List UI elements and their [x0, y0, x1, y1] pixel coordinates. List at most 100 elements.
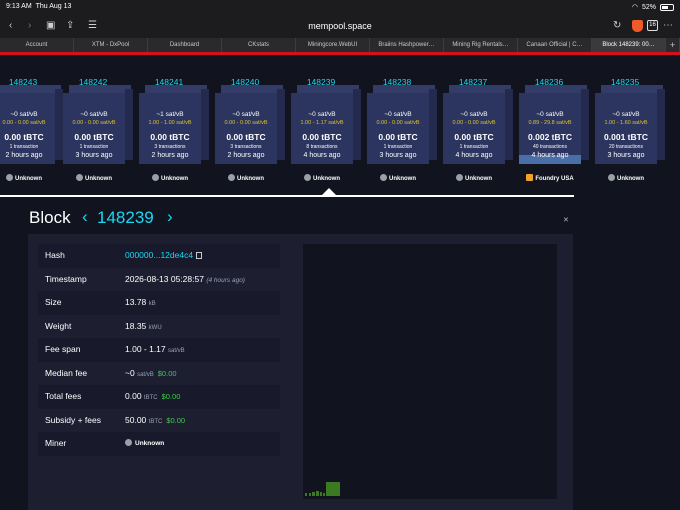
block-total-fees: 0.00 tBTC	[4, 132, 44, 142]
miner-icon	[304, 174, 311, 181]
subsidy-label: Subsidy + fees	[45, 414, 101, 425]
blockchain-strip: 148243 ~0 sat/vB 0.00 - 0.00 sat/vB 0.00 tB…	[0, 55, 680, 200]
block-tx-count: 1 transaction	[459, 144, 489, 150]
block-total-fees: 0.00 tBTC	[226, 132, 266, 142]
block-cube[interactable]: ~0 sat/vB 0.00 - 0.00 sat/vB 0.00 tBTC 3 tr…	[215, 85, 285, 164]
wifi-icon: ◠	[631, 4, 638, 11]
block-miner[interactable]: Unknown	[443, 174, 505, 182]
transaction-square[interactable]	[326, 482, 340, 496]
block-cube[interactable]: ~0 sat/vB 0.89 - 29.8 sat/vB 0.002 tBTC 40 …	[519, 85, 589, 164]
block-cube[interactable]: ~0 sat/vB 1.00 - 1.60 sat/vB 0.001 tBTC 20 …	[595, 85, 665, 164]
row-miner: Miner Unknown	[38, 432, 280, 456]
reader-icon[interactable]: ☰	[88, 19, 97, 33]
block-info-table: Hash 000000...12de4c4 Timestamp 2026-08-…	[38, 244, 280, 456]
block-cube[interactable]: ~1 sat/vB 1.00 - 1.00 sat/vB 0.00 tBTC 3 tr…	[139, 85, 209, 164]
close-icon[interactable]: ✕	[563, 216, 569, 224]
block-median-fee: ~1 sat/vB	[156, 111, 184, 118]
url-bar[interactable]: mempool.space	[300, 18, 380, 34]
tab-canaan[interactable]: Canaan Official | C…	[518, 38, 592, 52]
block-total-fees: 0.00 tBTC	[74, 132, 114, 142]
transaction-square[interactable]	[316, 491, 319, 496]
block-transactions-visualization[interactable]	[303, 244, 557, 499]
block-fee-span: 0.89 - 29.8 sat/vB	[528, 120, 572, 126]
row-weight: Weight 18.35 kWU	[38, 315, 280, 339]
block-time-ago: 3 hours ago	[75, 152, 113, 159]
block-miner[interactable]: Unknown	[139, 174, 201, 182]
prev-block-icon[interactable]: ‹	[82, 207, 88, 227]
block-cube[interactable]: ~0 sat/vB 0.00 - 0.00 sat/vB 0.00 tBTC 1 tr…	[443, 85, 513, 164]
row-size: Size 13.78 kB	[38, 291, 280, 315]
status-right: ◠ 52%	[632, 3, 674, 11]
miner-icon	[608, 174, 615, 181]
selected-block-line	[0, 195, 574, 197]
tab-mining-rig-rentals[interactable]: Mining Rig Rentals…	[444, 38, 518, 52]
block-detail-panel: Hash 000000...12de4c4 Timestamp 2026-08-…	[28, 234, 573, 510]
more-icon[interactable]: ⋯	[663, 19, 673, 33]
block-median-fee: ~0 sat/vB	[536, 111, 564, 118]
share-icon[interactable]: ⇪	[66, 19, 74, 33]
block-total-fees: 0.00 tBTC	[454, 132, 494, 142]
reload-icon[interactable]: ↻	[613, 19, 621, 33]
block-time-ago: 4 hours ago	[455, 152, 493, 159]
block-fee-span: 0.00 - 0.00 sat/vB	[2, 120, 46, 126]
miner-icon	[76, 174, 83, 181]
block-cube[interactable]: ~0 sat/vB 0.00 - 0.00 sat/vB 0.00 tBTC 1 tr…	[63, 85, 133, 164]
block-tx-count: 3 transactions	[230, 144, 262, 150]
forward-icon[interactable]: ›	[28, 19, 31, 33]
new-tab-button[interactable]: +	[666, 38, 680, 52]
block-median-fee: ~0 sat/vB	[80, 111, 108, 118]
tab-strip: Account XTM - DxPool Dashboard CKstats M…	[0, 38, 680, 52]
copy-icon[interactable]	[196, 252, 203, 259]
block-tx-count: 40 transactions	[533, 144, 567, 150]
transaction-square[interactable]	[320, 492, 322, 496]
block-fee-span: 0.00 - 0.00 sat/vB	[72, 120, 116, 126]
tab-account[interactable]: Account	[0, 38, 74, 52]
block-total-fees: 0.00 tBTC	[302, 132, 342, 142]
block-miner[interactable]: Unknown	[215, 174, 277, 182]
miner-label: Miner	[45, 438, 67, 448]
block-cube[interactable]: ~0 sat/vB 0.00 - 0.00 sat/vB 0.00 tBTC 1 tr…	[0, 85, 63, 164]
block-cube[interactable]: ~0 sat/vB 1.00 - 1.17 sat/vB 0.00 tBTC 8 tr…	[291, 85, 361, 164]
block-time-ago: 2 hours ago	[5, 152, 43, 159]
block-miner[interactable]: Foundry USA	[519, 174, 581, 182]
tab-block-148239[interactable]: Block 148239: 00…	[592, 38, 666, 52]
block-cube[interactable]: ~0 sat/vB 0.00 - 0.00 sat/vB 0.00 tBTC 1 tr…	[367, 85, 437, 164]
hash-value: 000000...12de4c4	[125, 244, 203, 268]
tab-dashboard[interactable]: Dashboard	[148, 38, 222, 52]
block-miner[interactable]: Unknown	[595, 174, 657, 182]
block-time-ago: 3 hours ago	[379, 152, 417, 159]
hash-link[interactable]: 000000...12de4c4	[125, 250, 193, 260]
tab-miningcore[interactable]: Miningcore.WebUI	[296, 38, 370, 52]
block-height: 148239	[97, 208, 154, 227]
tab-count[interactable]: 16	[647, 20, 658, 31]
block-tx-count: 20 transactions	[609, 144, 643, 150]
transaction-square[interactable]	[309, 493, 311, 496]
weight-value: 18.35 kWU	[125, 320, 162, 331]
transaction-square[interactable]	[323, 493, 325, 496]
block-time-ago: 3 hours ago	[607, 152, 645, 159]
bookmarks-icon[interactable]: ▣	[46, 19, 55, 33]
battery-icon	[660, 3, 674, 11]
block-tx-count: 1 transaction	[79, 144, 109, 150]
miner-icon	[456, 174, 463, 181]
status-bar: 9:13 AM Thu Aug 13 ◠ 52%	[0, 0, 680, 14]
block-miner[interactable]: Unknown	[367, 174, 429, 182]
miner-value[interactable]: Unknown	[125, 432, 164, 456]
tab-xtm-dxpool[interactable]: XTM - DxPool	[74, 38, 148, 52]
block-miner[interactable]: Unknown	[291, 174, 353, 182]
back-icon[interactable]: ‹	[9, 19, 12, 33]
weight-label: Weight	[45, 320, 72, 331]
block-miner[interactable]: Unknown	[0, 174, 55, 182]
tab-ckstats[interactable]: CKstats	[222, 38, 296, 52]
tab-braiins[interactable]: Braiins Hashpower…	[370, 38, 444, 52]
block-miner[interactable]: Unknown	[63, 174, 125, 182]
brave-shield-icon[interactable]	[632, 20, 643, 32]
block-fee-span: 0.00 - 0.00 sat/vB	[452, 120, 496, 126]
page-title: Block	[29, 208, 71, 227]
transaction-square[interactable]	[312, 492, 315, 496]
block-total-fees: 0.001 tBTC	[604, 132, 648, 142]
block-median-fee: ~0 sat/vB	[384, 111, 412, 118]
next-block-icon[interactable]: ›	[167, 207, 173, 227]
transaction-square[interactable]	[305, 493, 307, 496]
median-fee-value: ~0 sat/vB $0.00	[125, 367, 177, 378]
